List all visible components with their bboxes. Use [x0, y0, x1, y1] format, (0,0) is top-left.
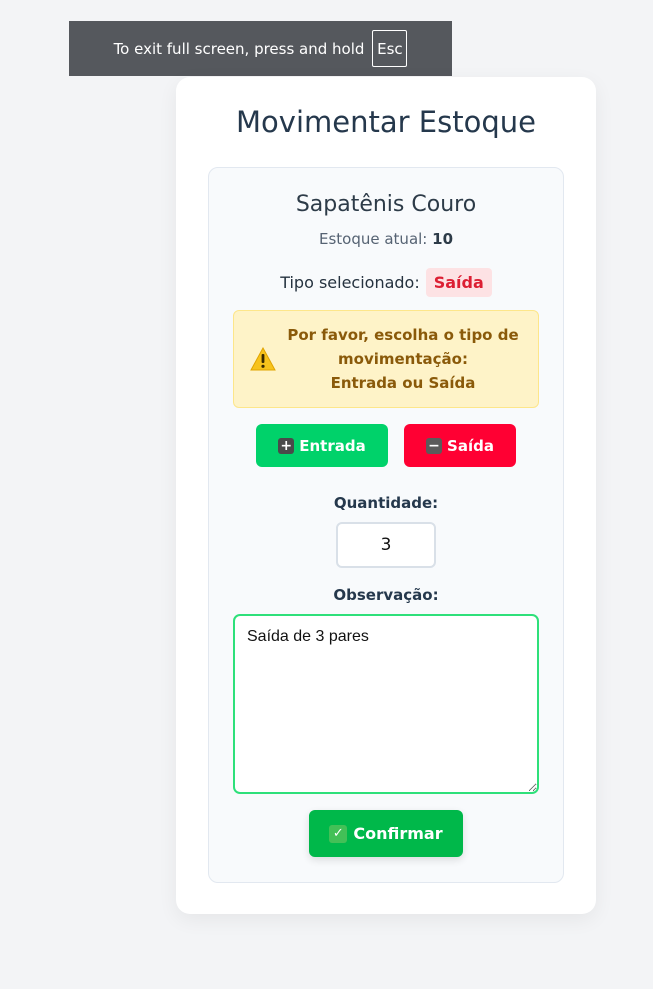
current-stock-value: 10 [432, 230, 454, 248]
current-stock-label: Estoque atual: [318, 230, 428, 248]
esc-key-hint: Esc [372, 30, 408, 67]
warning-line-1: Por favor, escolha o tipo de [287, 326, 519, 344]
movement-panel: Sapatênis Couro Estoque atual: 10 Tipo s… [208, 167, 564, 883]
warning-icon [250, 347, 276, 371]
entrada-button-label: Entrada [299, 436, 366, 455]
current-stock: Estoque atual: 10 [209, 230, 563, 248]
warning-text: Por favor, escolha o tipo de movimentaçã… [276, 323, 538, 395]
selected-type-badge: Saída [425, 268, 492, 297]
minus-icon: − [426, 437, 443, 454]
check-icon: ✓ [329, 824, 348, 843]
quantity-label: Quantidade: [333, 494, 439, 512]
fullscreen-notice-text: To exit full screen, press and hold [113, 39, 365, 58]
saida-button[interactable]: − Saída [404, 424, 516, 467]
entrada-button[interactable]: + Entrada [256, 424, 388, 467]
warning-line-3: Entrada ou Saída [330, 374, 476, 392]
type-buttons: + Entrada − Saída [209, 424, 563, 467]
page-title: Movimentar Estoque [236, 105, 536, 139]
selected-type: Tipo selecionado: Saída [209, 268, 563, 297]
warning-line-2: movimentação: [338, 350, 468, 368]
saida-button-label: Saída [447, 436, 494, 455]
selected-type-label: Tipo selecionado: [280, 273, 420, 292]
quantity-input[interactable] [336, 522, 436, 568]
fullscreen-notice: To exit full screen, press and hold Esc [69, 21, 452, 76]
observation-textarea[interactable]: Saída de 3 pares [233, 614, 539, 794]
confirm-button[interactable]: ✓ Confirmar [309, 810, 463, 857]
confirm-button-label: Confirmar [353, 824, 443, 843]
product-name: Sapatênis Couro [295, 192, 477, 217]
plus-icon: + [278, 437, 295, 454]
observation-label: Observação: [333, 586, 439, 604]
warning-message: Por favor, escolha o tipo de movimentaçã… [233, 310, 539, 408]
stock-movement-card: Movimentar Estoque Sapatênis Couro Estoq… [176, 77, 596, 914]
